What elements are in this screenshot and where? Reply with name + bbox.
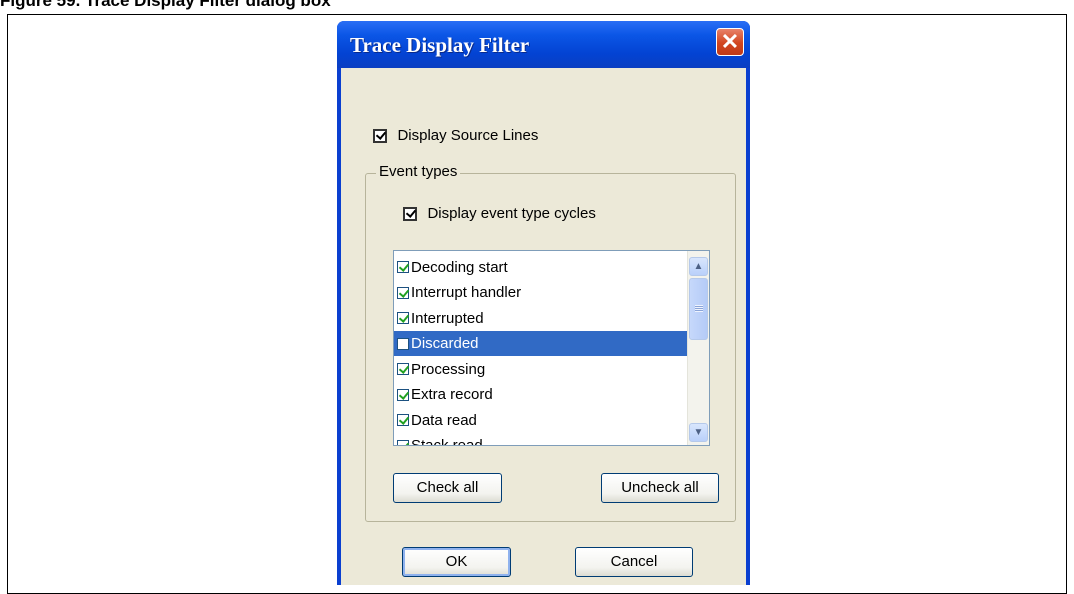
item-checkbox[interactable] <box>397 414 409 427</box>
chevron-up-icon: ▲ <box>693 261 704 272</box>
item-label: Data read <box>411 411 477 429</box>
trace-display-filter-dialog: Trace Display Filter ✕ Display Source Li… <box>337 21 750 585</box>
figure-caption: Figure 59. Trace Display Filter dialog b… <box>0 0 331 10</box>
cancel-button[interactable]: Cancel <box>575 547 693 577</box>
item-label: Interrupt handler <box>411 284 522 302</box>
item-checkbox[interactable] <box>397 363 409 376</box>
item-label: Decoding start <box>411 258 508 276</box>
item-checkbox[interactable] <box>397 388 409 401</box>
list-item[interactable]: Interrupt handler <box>394 280 688 306</box>
list-item-selected[interactable]: Discarded <box>394 330 688 356</box>
dialog-client-area: Display Source Lines Event types Display… <box>341 68 746 585</box>
list-item[interactable]: Stack read <box>394 433 688 446</box>
list-item[interactable]: Decoding start <box>394 254 688 280</box>
display-event-type-cycles-checkbox[interactable] <box>403 206 417 221</box>
display-event-type-cycles-option[interactable]: Display event type cycles <box>403 205 596 223</box>
display-event-type-cycles-label: Display event type cycles <box>427 205 596 223</box>
grip-icon <box>695 305 703 312</box>
item-label: Discarded <box>411 335 479 353</box>
event-types-group: Event types Display event type cycles De… <box>365 163 736 522</box>
item-checkbox[interactable] <box>397 337 409 350</box>
title-bar[interactable]: Trace Display Filter ✕ <box>337 21 750 68</box>
chevron-down-icon: ▼ <box>693 427 704 438</box>
item-checkbox[interactable] <box>397 312 409 325</box>
item-checkbox[interactable] <box>397 286 409 299</box>
display-source-lines-label: Display Source Lines <box>397 127 539 145</box>
scrollbar-thumb[interactable] <box>689 278 708 340</box>
close-icon: ✕ <box>720 29 740 54</box>
list-item[interactable]: Interrupted <box>394 305 688 331</box>
vertical-scrollbar[interactable]: ▲ ▼ <box>687 251 709 445</box>
check-all-button[interactable]: Check all <box>393 473 502 503</box>
event-types-listbox[interactable]: Decoding start Interrupt handler Interru… <box>393 250 710 446</box>
item-label: Processing <box>411 360 486 378</box>
event-types-list: Decoding start Interrupt handler Interru… <box>394 254 688 446</box>
scroll-up-button[interactable]: ▲ <box>689 257 708 276</box>
item-label: Stack read <box>411 437 483 446</box>
scroll-down-button[interactable]: ▼ <box>689 423 708 442</box>
close-button[interactable]: ✕ <box>716 28 744 56</box>
item-checkbox[interactable] <box>397 261 409 274</box>
list-item[interactable]: Processing <box>394 356 688 382</box>
uncheck-all-button[interactable]: Uncheck all <box>601 473 719 503</box>
item-label: Interrupted <box>411 309 484 327</box>
event-types-legend: Event types <box>376 163 461 180</box>
list-item[interactable]: Extra record <box>394 382 688 408</box>
item-checkbox[interactable] <box>397 439 409 445</box>
ok-button[interactable]: OK <box>402 547 511 577</box>
item-label: Extra record <box>411 386 493 404</box>
list-item[interactable]: Data read <box>394 407 688 433</box>
dialog-title: Trace Display Filter <box>350 33 530 57</box>
display-source-lines-checkbox[interactable] <box>373 128 387 143</box>
display-source-lines-option[interactable]: Display Source Lines <box>373 127 538 145</box>
